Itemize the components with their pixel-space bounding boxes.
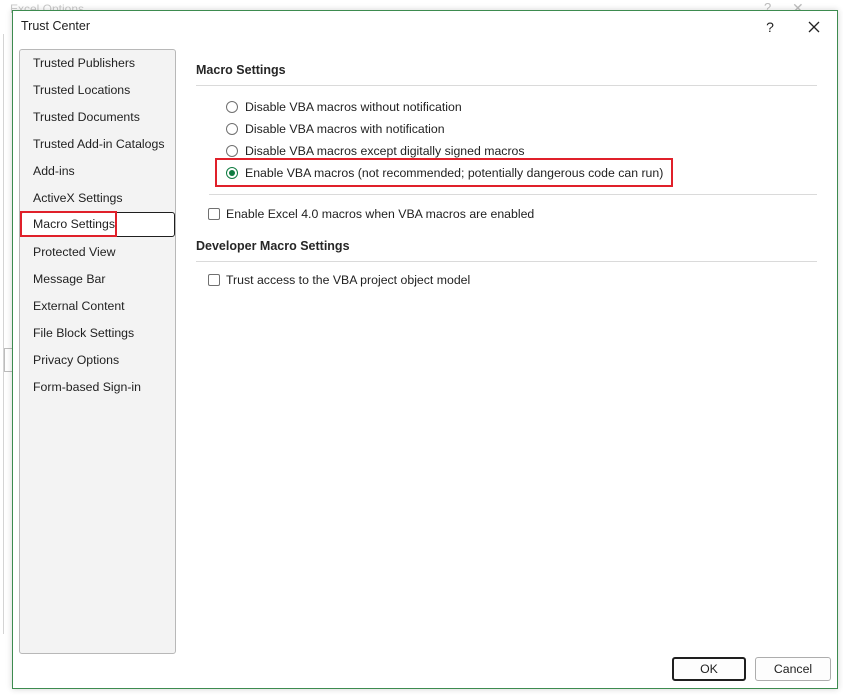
sidebar-item-message-bar[interactable]: Message Bar: [20, 267, 175, 292]
sidebar-item-trusted-add-in-catalogs[interactable]: Trusted Add-in Catalogs: [20, 132, 175, 157]
sidebar-item-macro-settings[interactable]: Macro Settings: [20, 212, 175, 237]
checkbox-label: Trust access to the VBA project object m…: [226, 273, 471, 287]
help-button[interactable]: ?: [753, 15, 787, 39]
checkbox-enable-excel4-macros[interactable]: Enable Excel 4.0 macros when VBA macros …: [208, 205, 534, 223]
macro-settings-heading: Macro Settings: [196, 63, 286, 77]
checkbox[interactable]: [208, 274, 220, 286]
dialog-titlebar: Trust Center ?: [13, 11, 837, 43]
radio-disable-with-notification[interactable]: Disable VBA macros with notification: [226, 120, 445, 138]
sidebar-item-external-content[interactable]: External Content: [20, 294, 175, 319]
dialog-title: Trust Center: [21, 19, 91, 33]
macro-settings-divider: [196, 85, 817, 86]
radio-label: Disable VBA macros with notification: [245, 122, 445, 136]
sidebar-item-add-ins[interactable]: Add-ins: [20, 159, 175, 184]
radio-disable-except-signed[interactable]: Disable VBA macros except digitally sign…: [226, 142, 525, 160]
sidebar-item-file-block-settings[interactable]: File Block Settings: [20, 321, 175, 346]
radio-disable-without-notification[interactable]: Disable VBA macros without notification: [226, 98, 462, 116]
developer-settings-divider: [196, 261, 817, 262]
radio-label: Enable VBA macros (not recommended; pote…: [245, 166, 664, 180]
checkbox[interactable]: [208, 208, 220, 220]
ok-button[interactable]: OK: [672, 657, 746, 681]
checkbox-trust-vba-object-model[interactable]: Trust access to the VBA project object m…: [208, 271, 470, 289]
options-divider: [209, 194, 817, 195]
radio-button[interactable]: [226, 123, 238, 135]
background-window-control: [4, 348, 12, 372]
sidebar-item-trusted-documents[interactable]: Trusted Documents: [20, 105, 175, 130]
checkbox-label: Enable Excel 4.0 macros when VBA macros …: [226, 207, 535, 221]
radio-button[interactable]: [226, 101, 238, 113]
sidebar-item-trusted-publishers[interactable]: Trusted Publishers: [20, 51, 175, 76]
trust-center-dialog: Trust Center ? Trusted Publishers Truste…: [12, 10, 838, 689]
sidebar-item-trusted-locations[interactable]: Trusted Locations: [20, 78, 175, 103]
close-button[interactable]: [799, 15, 829, 39]
radio-button-selected[interactable]: [226, 167, 238, 179]
sidebar-item-form-based-sign-in[interactable]: Form-based Sign-in: [20, 375, 175, 400]
sidebar-item-privacy-options[interactable]: Privacy Options: [20, 348, 175, 373]
sidebar-nav: Trusted Publishers Trusted Locations Tru…: [19, 49, 176, 654]
sidebar-item-protected-view[interactable]: Protected View: [20, 240, 175, 265]
radio-label: Disable VBA macros except digitally sign…: [245, 144, 525, 158]
background-window-edge: [3, 34, 4, 634]
sidebar-item-activex-settings[interactable]: ActiveX Settings: [20, 186, 175, 211]
radio-button[interactable]: [226, 145, 238, 157]
radio-label: Disable VBA macros without notification: [245, 100, 462, 114]
radio-enable-vba-macros[interactable]: Enable VBA macros (not recommended; pote…: [226, 164, 663, 182]
developer-macro-settings-heading: Developer Macro Settings: [196, 239, 350, 253]
close-icon: [808, 21, 820, 33]
cancel-button[interactable]: Cancel: [755, 657, 831, 681]
